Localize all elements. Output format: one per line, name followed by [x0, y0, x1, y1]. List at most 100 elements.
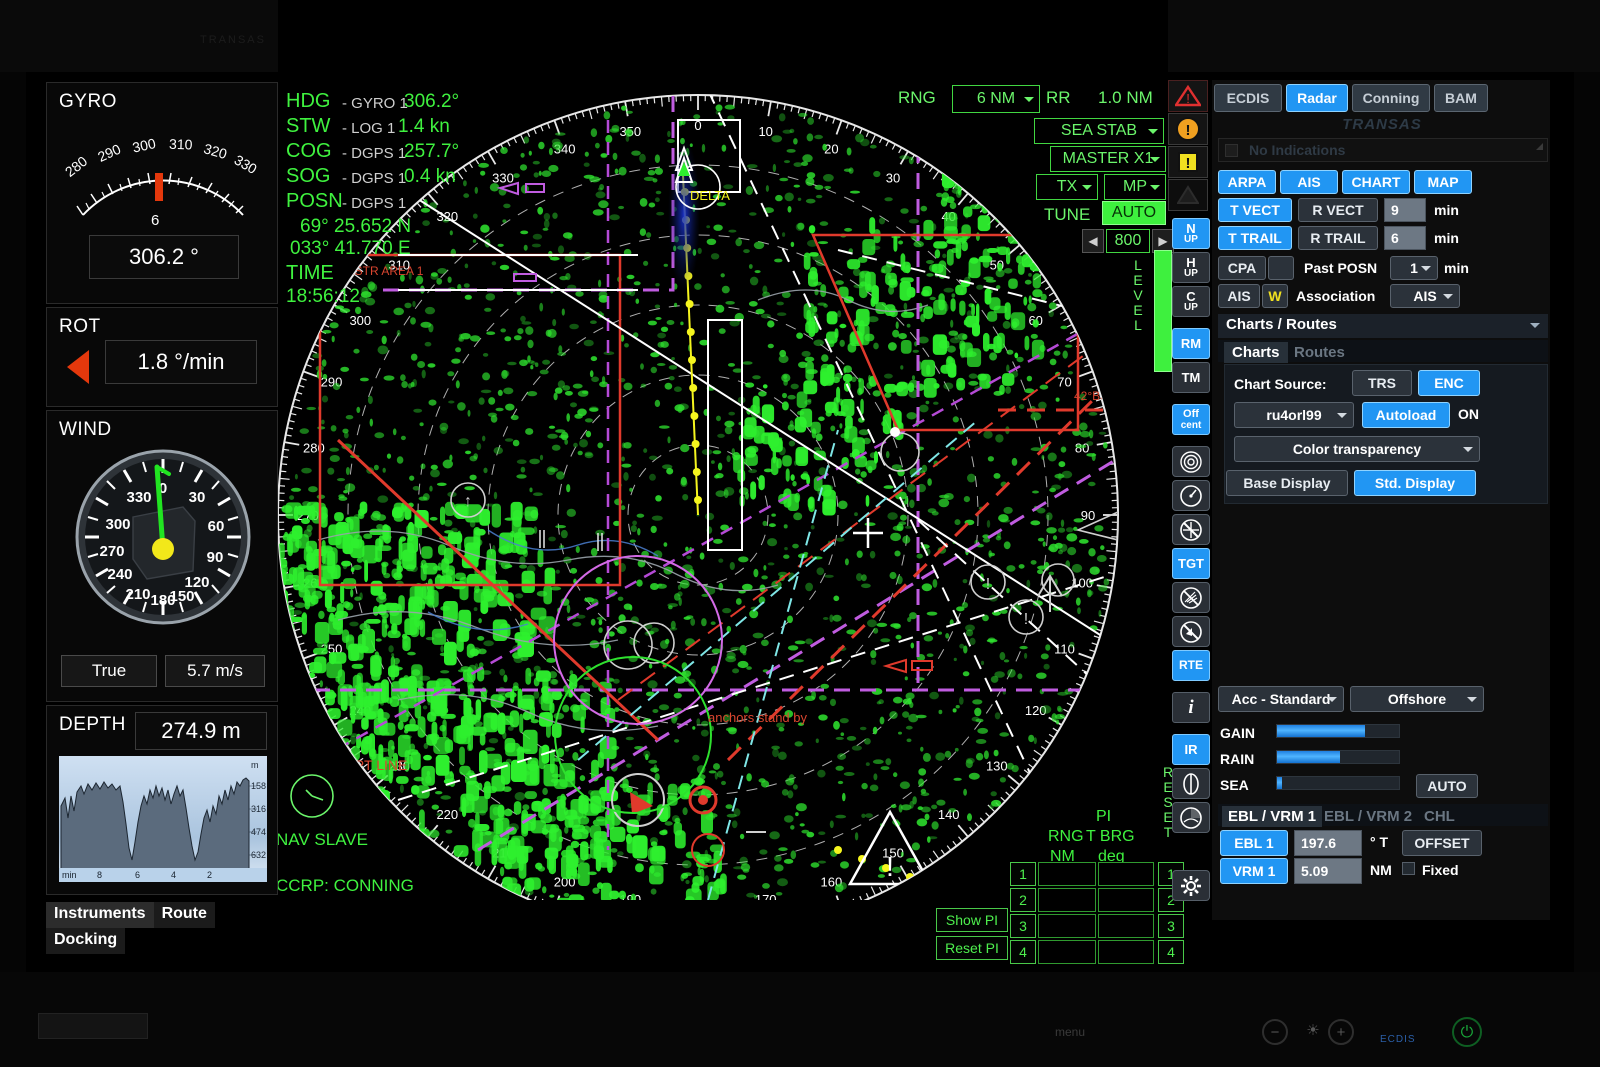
- bezel-left-button[interactable]: [38, 1013, 148, 1039]
- route-button[interactable]: RTE: [1172, 650, 1210, 681]
- chart-source-trs-button[interactable]: TRS: [1352, 370, 1412, 396]
- subtab-routes[interactable]: Routes: [1294, 344, 1345, 361]
- tab-bam[interactable]: BAM: [1434, 84, 1488, 112]
- tune-auto-button[interactable]: AUTO: [1102, 201, 1166, 225]
- tab-instruments[interactable]: Instruments: [46, 902, 154, 928]
- subtab-charts[interactable]: Charts: [1224, 342, 1288, 363]
- sea-slider[interactable]: [1276, 776, 1400, 790]
- ais-overlay-button[interactable]: AIS: [1280, 170, 1338, 194]
- course-up-button[interactable]: C UP: [1172, 286, 1210, 317]
- charts-routes-section[interactable]: Charts / Routes: [1218, 314, 1548, 338]
- master-select[interactable]: MASTER X1: [1050, 146, 1166, 172]
- settings-gear-button[interactable]: [1172, 870, 1210, 901]
- color-transparency-select[interactable]: Color transparency: [1234, 436, 1480, 462]
- bezel-menu-label[interactable]: menu: [1055, 1025, 1085, 1039]
- true-motion-button[interactable]: TM: [1172, 362, 1210, 393]
- range-select[interactable]: 6 NM: [952, 85, 1040, 113]
- stabilization-select[interactable]: SEA STAB: [1034, 118, 1164, 144]
- sea-auto-button[interactable]: AUTO: [1416, 774, 1478, 798]
- gain-slider[interactable]: [1276, 724, 1400, 738]
- head-up-button[interactable]: H UP: [1172, 252, 1210, 283]
- pi-row-3[interactable]: 3: [1010, 914, 1036, 938]
- power-button[interactable]: ⏻: [1452, 1017, 1482, 1047]
- r-trail-button[interactable]: R TRAIL: [1298, 226, 1378, 250]
- tx-select[interactable]: TX: [1036, 174, 1098, 200]
- tab-route[interactable]: Route: [153, 902, 215, 928]
- reset-pi-button[interactable]: Reset PI: [936, 936, 1008, 960]
- tab-ecdis[interactable]: ECDIS: [1214, 84, 1282, 112]
- pi-brg-cell-4[interactable]: [1098, 940, 1154, 964]
- subtab-chl[interactable]: CHL: [1424, 808, 1455, 825]
- indication-bar[interactable]: No Indications: [1218, 138, 1548, 162]
- off-center-button[interactable]: Off cent: [1172, 404, 1210, 435]
- base-display-button[interactable]: Base Display: [1226, 470, 1348, 496]
- cpa-button[interactable]: CPA: [1218, 256, 1266, 280]
- mute-icon-button[interactable]: [1172, 616, 1210, 647]
- subtab-ebl-vrm-2[interactable]: EBL / VRM 2: [1324, 808, 1412, 825]
- ebl-offset-button[interactable]: OFFSET: [1402, 830, 1482, 856]
- chart-name-select[interactable]: ru4orl99: [1234, 402, 1354, 428]
- past-posn-select[interactable]: 1: [1390, 256, 1438, 280]
- heading-line-icon-button[interactable]: [1172, 768, 1210, 799]
- vrm1-value-field[interactable]: 5.09: [1294, 858, 1362, 884]
- tab-conning[interactable]: Conning: [1352, 84, 1430, 112]
- indication-checkbox[interactable]: [1225, 144, 1238, 157]
- t-vect-button[interactable]: T VECT: [1218, 198, 1292, 222]
- trail-off-icon-button[interactable]: [1172, 582, 1210, 613]
- brightness-down-icon[interactable]: −: [1262, 1019, 1288, 1045]
- w-button[interactable]: W: [1262, 284, 1288, 308]
- acknowledged-icon[interactable]: [1168, 179, 1208, 211]
- chart-source-enc-button[interactable]: ENC: [1418, 370, 1480, 396]
- map-button[interactable]: MAP: [1414, 170, 1472, 194]
- tab-docking[interactable]: Docking: [46, 928, 126, 954]
- t-trail-button[interactable]: T TRAIL: [1218, 226, 1292, 250]
- show-pi-button[interactable]: Show PI: [936, 908, 1008, 932]
- sector-blanking-icon-button[interactable]: [1172, 802, 1210, 833]
- brightness-up-icon[interactable]: +: [1328, 1019, 1354, 1045]
- tab-radar[interactable]: Radar: [1286, 84, 1348, 112]
- wind-mode-button[interactable]: True: [61, 655, 157, 687]
- pi-row-4[interactable]: 4: [1010, 940, 1036, 964]
- pi-brg-cell-1[interactable]: [1098, 862, 1154, 886]
- vrm1-button[interactable]: VRM 1: [1220, 858, 1288, 884]
- caution-square-icon[interactable]: !: [1168, 146, 1208, 178]
- cpa-toggle[interactable]: [1268, 256, 1294, 280]
- accuracy-select[interactable]: Acc - Standard: [1218, 686, 1344, 712]
- relative-motion-button[interactable]: RM: [1172, 328, 1210, 359]
- ebl1-button[interactable]: EBL 1: [1220, 830, 1288, 856]
- pi-brg-cell-2[interactable]: [1098, 888, 1154, 912]
- pi-row-2[interactable]: 2: [1010, 888, 1036, 912]
- rain-slider[interactable]: [1276, 750, 1400, 764]
- arpa-button[interactable]: ARPA: [1218, 170, 1276, 194]
- autoload-button[interactable]: Autoload: [1362, 402, 1450, 428]
- north-up-button[interactable]: N UP: [1172, 218, 1210, 249]
- pi-reset-4[interactable]: 4: [1158, 940, 1184, 964]
- ais-button[interactable]: AIS: [1218, 284, 1260, 308]
- ebl1-value-field[interactable]: 197.6: [1294, 830, 1362, 856]
- compass-rose-icon-button[interactable]: [1172, 480, 1210, 511]
- pi-rng-cell-2[interactable]: [1038, 888, 1096, 912]
- tune-decrement-button[interactable]: ◀: [1082, 229, 1104, 253]
- interference-rejection-button[interactable]: IR: [1172, 734, 1210, 765]
- pi-brg-cell-3[interactable]: [1098, 914, 1154, 938]
- warning-circle-icon[interactable]: !: [1168, 113, 1208, 145]
- pi-row-1[interactable]: 1: [1010, 862, 1036, 886]
- subtab-ebl-vrm-1[interactable]: EBL / VRM 1: [1222, 806, 1323, 827]
- pi-rng-cell-1[interactable]: [1038, 862, 1096, 886]
- trail-time-field[interactable]: 6: [1384, 226, 1426, 250]
- target-button[interactable]: TGT: [1172, 548, 1210, 579]
- association-select[interactable]: AIS: [1390, 284, 1460, 308]
- range-rings-icon-button[interactable]: [1172, 446, 1210, 477]
- alarm-triangle-icon[interactable]: !: [1168, 80, 1208, 112]
- pi-rng-cell-3[interactable]: [1038, 914, 1096, 938]
- resize-handle-icon[interactable]: [1536, 143, 1543, 150]
- mp-select[interactable]: MP: [1104, 174, 1166, 200]
- chart-button[interactable]: CHART: [1342, 170, 1410, 194]
- no-target-icon-button[interactable]: [1172, 514, 1210, 545]
- r-vect-button[interactable]: R VECT: [1298, 198, 1378, 222]
- info-button[interactable]: i: [1172, 692, 1210, 723]
- vrm-fixed-checkbox[interactable]: [1402, 862, 1415, 875]
- vector-time-field[interactable]: 9: [1384, 198, 1426, 222]
- std-display-button[interactable]: Std. Display: [1354, 470, 1476, 496]
- zone-select[interactable]: Offshore: [1350, 686, 1484, 712]
